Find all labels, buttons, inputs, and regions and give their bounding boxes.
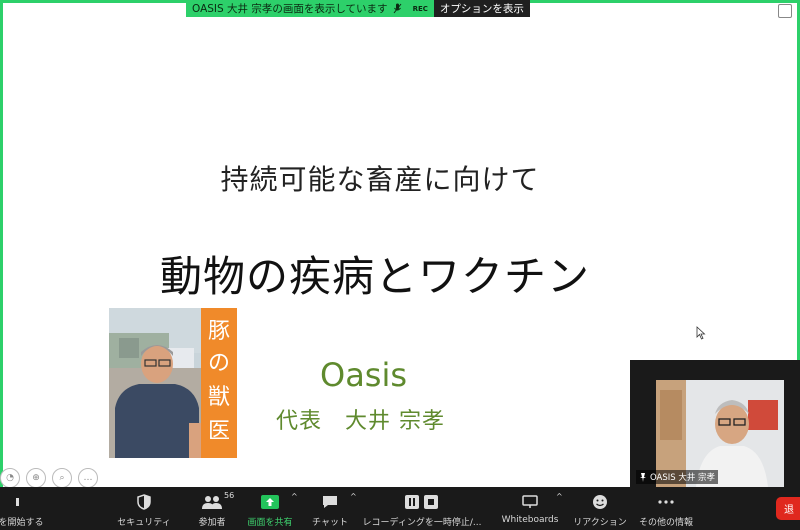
slide-subtitle: 持続可能な畜産に向けて: [220, 163, 540, 196]
chat-label: チャット: [312, 518, 348, 528]
svg-text:豚: 豚: [208, 319, 230, 344]
chat-icon: ^: [322, 491, 357, 513]
whiteboard-icon: ^: [522, 491, 563, 513]
mic-muted-icon[interactable]: [393, 3, 402, 14]
more-button[interactable]: その他の情報: [638, 487, 694, 530]
security-button[interactable]: セキュリティ: [112, 487, 176, 530]
share-screen-button[interactable]: ^ 画面を共有: [244, 487, 298, 530]
presenter-photo: 豚 の 獣 医: [109, 308, 237, 458]
self-video-tile[interactable]: OASIS 大井 宗孝: [630, 360, 800, 487]
presenter-name: 代表 大井 宗孝: [276, 409, 445, 434]
participants-icon: 56: [202, 491, 234, 513]
smiley-icon: [592, 491, 608, 513]
pause-stop-icons: [405, 491, 439, 513]
share-status-text: OASIS 大井 宗孝の画面を表示しています: [192, 3, 388, 15]
reactions-label: リアクション: [573, 518, 627, 528]
chat-caret-icon[interactable]: ^: [350, 492, 357, 501]
more-label: その他の情報: [638, 518, 693, 528]
shield-icon: [137, 491, 151, 513]
participants-count: 56: [224, 491, 235, 500]
participants-label: 参加者: [198, 518, 226, 528]
pause-recording-button[interactable]: レコーディングを一時停止/...: [363, 487, 482, 530]
more-options-icon[interactable]: …: [78, 468, 98, 488]
recording-indicator: REC: [412, 4, 428, 13]
organization-name: Oasis: [320, 356, 408, 394]
share-caret-icon[interactable]: ^: [291, 492, 298, 501]
floating-controls: ◔ ⊕ ⌕ …: [0, 468, 98, 488]
video-name-label: OASIS 大井 宗孝: [636, 470, 719, 484]
end-meeting-button[interactable]: 退: [776, 497, 800, 520]
whiteboards-caret-icon[interactable]: ^: [556, 492, 563, 501]
security-label: セキュリティ: [117, 518, 171, 528]
remote-control-icon[interactable]: ◔: [0, 468, 20, 488]
svg-text:の: の: [208, 351, 230, 376]
whiteboards-button[interactable]: ^ Whiteboards: [500, 487, 563, 530]
svg-text:医: 医: [208, 419, 230, 444]
video-icon: [16, 491, 26, 513]
window-restore-icon[interactable]: [778, 4, 792, 18]
meeting-toolbar: を開始する セキュリティ 56 参加者 ^ 画面を共有 ^ チャット レコーディ…: [0, 487, 800, 530]
share-screen-label: 画面を共有: [247, 518, 293, 528]
start-video-label: を開始する: [0, 518, 44, 528]
svg-text:獣: 獣: [208, 385, 230, 410]
mouse-cursor-icon: [696, 326, 706, 340]
zoom-in-icon[interactable]: ⊕: [26, 468, 46, 488]
whiteboards-label: Whiteboards: [501, 515, 559, 525]
options-button[interactable]: オプションを表示: [433, 0, 530, 17]
start-video-button[interactable]: を開始する: [0, 487, 44, 530]
pin-icon: [640, 472, 646, 482]
share-status-banner: OASIS 大井 宗孝の画面を表示しています REC オプションを表示: [186, 0, 530, 17]
participant-name: OASIS 大井 宗孝: [650, 473, 716, 483]
recording-label: レコーディングを一時停止/...: [362, 518, 482, 528]
chat-button[interactable]: ^ チャット: [308, 487, 357, 530]
participants-button[interactable]: 56 参加者: [190, 487, 234, 530]
search-icon[interactable]: ⌕: [52, 468, 72, 488]
slide-title: 動物の疾病とワクチン: [159, 252, 590, 301]
share-status: OASIS 大井 宗孝の画面を表示しています REC: [186, 0, 434, 17]
reactions-button[interactable]: リアクション: [570, 487, 630, 530]
share-screen-icon: ^: [261, 491, 298, 513]
more-dots-icon: [658, 491, 674, 513]
